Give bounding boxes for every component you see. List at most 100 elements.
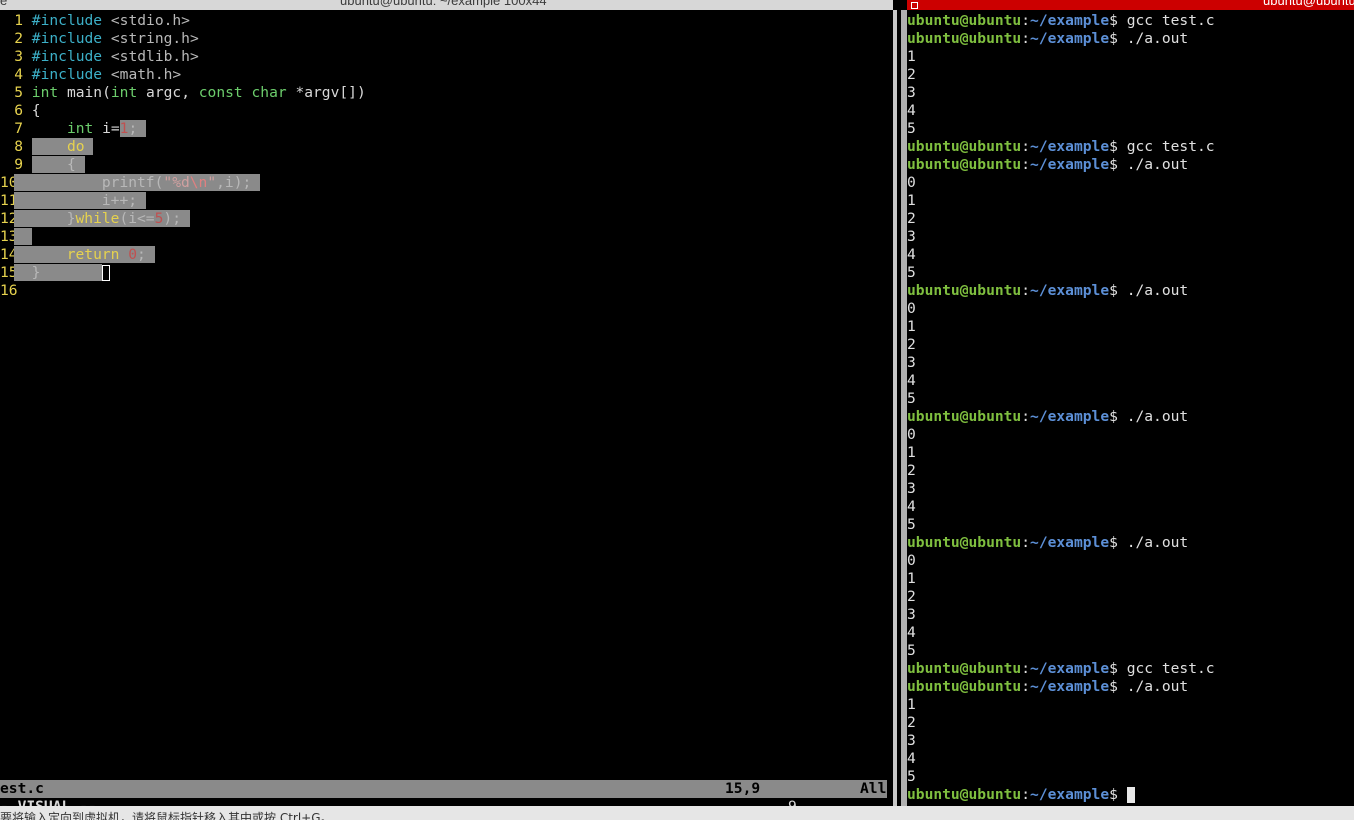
terminal-command: gcc test.c	[1117, 138, 1215, 155]
keyword-token: while	[75, 210, 120, 227]
terminal-command: ./a.out	[1117, 282, 1189, 299]
terminal-output-line: 4	[907, 246, 916, 263]
terminal-output-line: 1	[907, 444, 916, 461]
number-token: 0	[128, 246, 138, 263]
terminal-command	[1118, 786, 1127, 803]
prompt-colon: :	[1021, 282, 1031, 299]
status-filename: est.c	[0, 780, 44, 797]
code-text: argc,	[146, 84, 199, 101]
string-token: "	[207, 174, 217, 191]
titlebar-edge-glyph: e	[0, 0, 8, 8]
mode-indicator: - VISUAL --	[0, 798, 97, 806]
terminal-output-line: 1	[907, 318, 916, 335]
prompt-user-host: ubuntu@ubuntu	[907, 30, 1022, 47]
prompt-colon: :	[1021, 534, 1031, 551]
type-token: int	[110, 84, 138, 101]
status-position: 15,9	[725, 780, 761, 797]
vim-window-titlebar[interactable]: e ubuntu@ubuntu: ~/example 100x44	[0, 0, 893, 10]
terminal-pane[interactable]: ubuntu@ubuntu:~/example$ gcc test.c ubunt…	[907, 12, 1354, 806]
terminal-command: ./a.out	[1117, 30, 1189, 47]
prompt-path: ~/example	[1030, 678, 1110, 695]
terminal-command: ./a.out	[1117, 408, 1189, 425]
prompt-user-host: ubuntu@ubuntu	[907, 678, 1022, 695]
line-number: 15	[0, 264, 18, 281]
code-line: 2 #include <string.h>	[0, 30, 893, 48]
terminal-prompt-line: ubuntu@ubuntu:~/example$ ./a.out	[907, 30, 1354, 48]
terminal-output-line: 2	[907, 714, 916, 731]
preproc-token: #include	[31, 12, 103, 29]
vim-cursor	[101, 265, 110, 281]
prompt-dollar: $	[1109, 408, 1118, 425]
terminal-output-line: 3	[907, 480, 916, 497]
prompt-user-host: ubuntu@ubuntu	[907, 786, 1022, 803]
code-text: {	[31, 102, 41, 119]
code-text: }	[66, 210, 76, 227]
line-number: 11	[0, 192, 18, 209]
terminal-output: ubuntu@ubuntu:~/example$ gcc test.c ubunt…	[907, 12, 1354, 804]
prompt-path: ~/example	[1030, 660, 1110, 677]
prompt-path: ~/example	[1030, 12, 1110, 29]
terminal-output-line: 5	[907, 390, 916, 407]
terminal-output-line: 1	[907, 48, 916, 65]
line-number: 9	[14, 156, 23, 173]
code-line: 14 return 0;	[0, 246, 893, 264]
prompt-user-host: ubuntu@ubuntu	[907, 660, 1022, 677]
terminal-prompt-line: ubuntu@ubuntu:~/example$ gcc test.c	[907, 660, 1354, 678]
code-text: {	[66, 156, 76, 173]
terminal-output-line: 5	[907, 516, 916, 533]
prompt-colon: :	[1021, 678, 1031, 695]
terminal-command: ./a.out	[1117, 156, 1189, 173]
line-number: 5	[14, 84, 23, 101]
terminal-prompt-line: ubuntu@ubuntu:~/example$ gcc test.c	[907, 12, 1354, 30]
terminal-output-line: 4	[907, 372, 916, 389]
prompt-colon: :	[1021, 30, 1031, 47]
line-number: 6	[14, 102, 23, 119]
terminal-window-titlebar[interactable]: ubuntu@ubuntu	[907, 0, 1354, 10]
include-path: <string.h>	[110, 30, 199, 47]
line-number: 10	[0, 174, 18, 191]
terminal-output-line: 3	[907, 606, 916, 623]
prompt-path: ~/example	[1030, 408, 1110, 425]
code-line: 12 }while(i<=5);	[0, 210, 893, 228]
terminal-output-line: 4	[907, 102, 916, 119]
line-number: 7	[14, 120, 23, 137]
terminal-output-line: 4	[907, 624, 916, 641]
status-scroll: All	[860, 780, 887, 797]
code-line: 7 int i=1;	[0, 120, 893, 138]
code-text: printf(	[101, 174, 164, 191]
code-text: );	[163, 210, 181, 227]
include-path: <stdlib.h>	[110, 48, 199, 65]
vim-window-title: ubuntu@ubuntu: ~/example 100x44	[340, 0, 547, 8]
line-number: 1	[14, 12, 23, 29]
terminal-window-title: ubuntu@ubuntu	[1263, 0, 1354, 8]
prompt-dollar: $	[1109, 282, 1118, 299]
terminal-command: ./a.out	[1117, 678, 1189, 695]
terminal-cursor	[1126, 787, 1135, 803]
terminal-command: gcc test.c	[1117, 660, 1215, 677]
terminal-prompt-line: ubuntu@ubuntu:~/example$ ./a.out	[907, 282, 1354, 300]
prompt-colon: :	[1021, 408, 1031, 425]
code-line: 16	[0, 282, 893, 300]
terminal-output-line: 1	[907, 696, 916, 713]
terminal-command: ./a.out	[1117, 534, 1189, 551]
terminal-command: gcc test.c	[1117, 12, 1215, 29]
code-line: 5 int main(int argc, const char *argv[])	[0, 84, 893, 102]
include-path: <math.h>	[110, 66, 182, 83]
terminal-output-line: 1	[907, 570, 916, 587]
code-line: 15 }	[0, 264, 893, 282]
prompt-path: ~/example	[1030, 156, 1110, 173]
prompt-dollar: $	[1109, 678, 1118, 695]
code-text: ,i);	[216, 174, 252, 191]
vim-editor-pane[interactable]: 1 #include <stdio.h> 2 #include <string.…	[0, 12, 893, 806]
line-number: 13	[0, 228, 18, 245]
prompt-user-host: ubuntu@ubuntu	[907, 534, 1022, 551]
type-token: char	[251, 84, 287, 101]
code-line: 10 printf("%d\n",i);	[0, 174, 893, 192]
vim-command-line[interactable]: - VISUAL -- 9	[0, 798, 893, 806]
line-number: 16	[0, 282, 18, 299]
terminal-output-line: 2	[907, 210, 916, 227]
code-text: (i<=	[119, 210, 155, 227]
type-token: int	[31, 84, 59, 101]
window-close-icon[interactable]	[911, 2, 918, 9]
prompt-colon: :	[1021, 786, 1031, 803]
